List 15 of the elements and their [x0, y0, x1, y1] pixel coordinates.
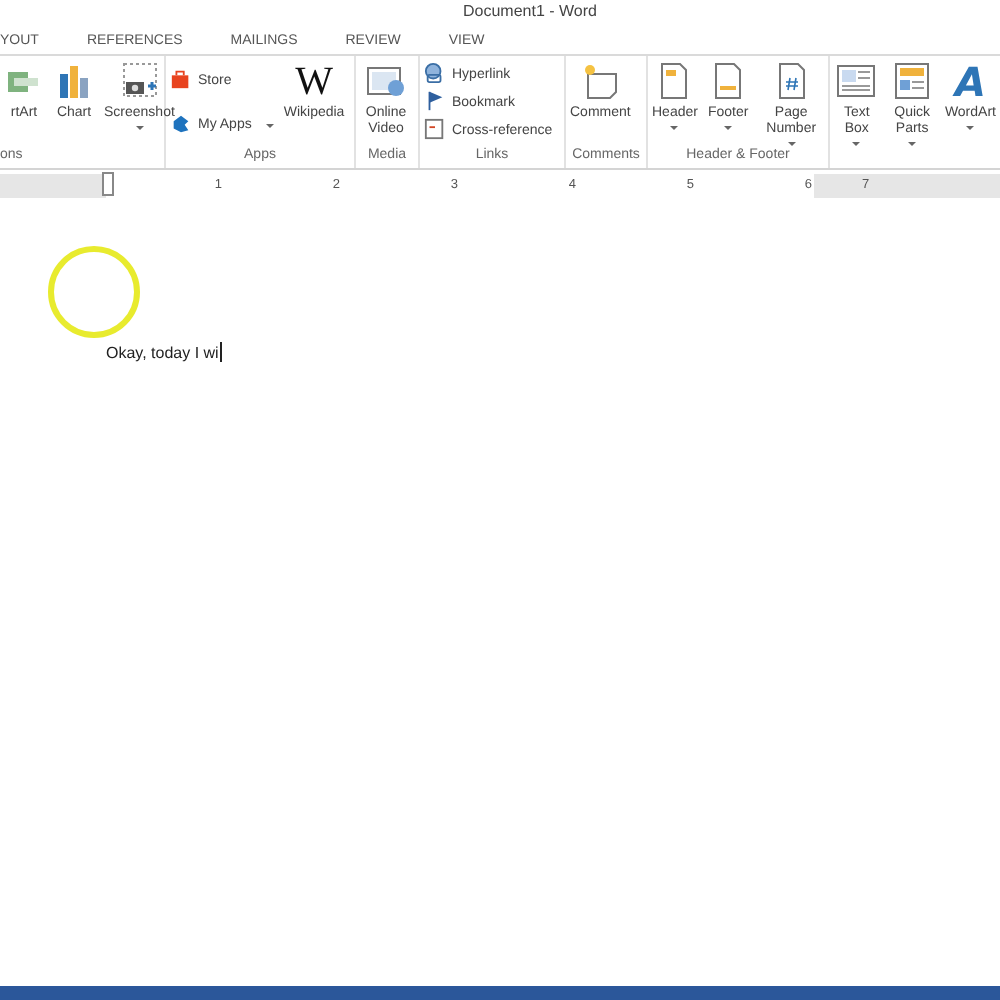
- bag-icon: [170, 68, 192, 90]
- link-icon: [424, 62, 446, 84]
- text-cursor: [220, 342, 223, 362]
- window-title: Document1 - Word: [463, 0, 597, 24]
- indent-marker[interactable]: [102, 172, 114, 196]
- bar-chart-icon: [54, 62, 94, 102]
- camera-icon: [119, 62, 160, 102]
- cursor-highlight: [48, 246, 140, 338]
- document-icon: [424, 118, 446, 140]
- text-box-icon: [836, 62, 877, 102]
- document-text: Okay, today I wi: [106, 343, 219, 361]
- flag-icon: [424, 90, 446, 112]
- video-icon: [366, 62, 406, 102]
- page-icon: [892, 62, 933, 102]
- note-icon: [580, 62, 621, 102]
